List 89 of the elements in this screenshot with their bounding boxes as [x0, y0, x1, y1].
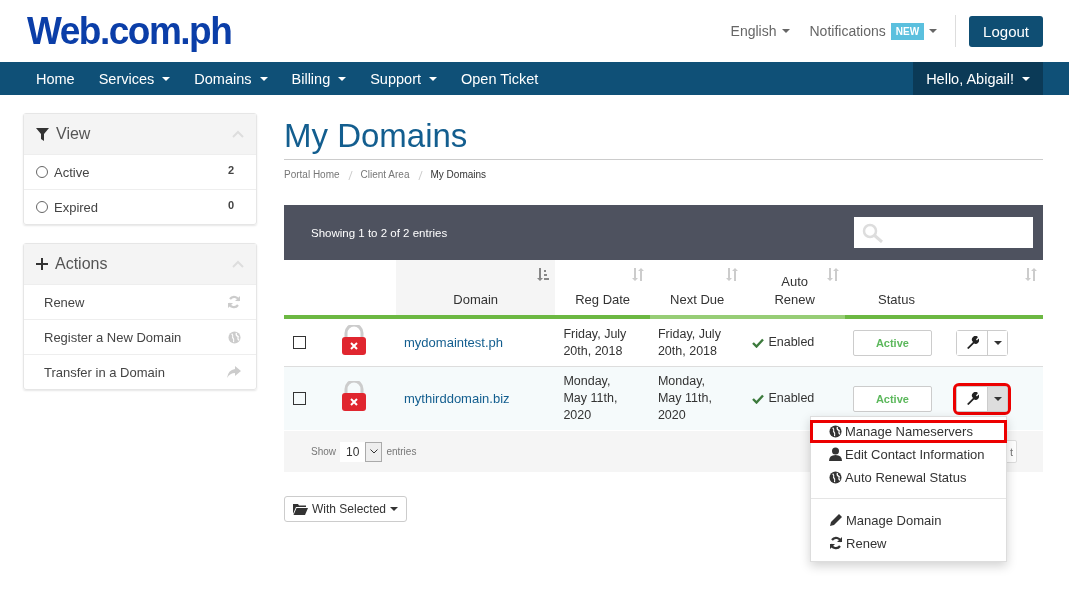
- due-date: Friday, July 20th, 2018: [657, 325, 722, 360]
- entries-label: entries: [386, 446, 417, 457]
- nav-item[interactable]: Home: [24, 62, 87, 95]
- check-icon: [752, 393, 765, 404]
- menu-item[interactable]: Auto Renewal Status: [811, 465, 1007, 489]
- arrow-icon: [227, 366, 241, 378]
- breadcrumb-link[interactable]: Client Area: [360, 169, 410, 180]
- globe-icon: [228, 330, 241, 344]
- nav-item[interactable]: Support: [358, 62, 449, 95]
- pencil-icon: [829, 513, 844, 527]
- menu-item[interactable]: Manage Nameservers: [810, 419, 1008, 443]
- entries-info: Showing 1 to 2 of 2 entries: [311, 226, 448, 239]
- caret-icon: [1022, 76, 1030, 81]
- notifications-menu[interactable]: Notifications NEW: [809, 22, 938, 40]
- column-header[interactable]: Auto Renew: [763, 273, 826, 309]
- caret-icon: [993, 340, 1002, 345]
- action-label: Transfer in a Domain: [44, 364, 165, 380]
- panel-title: Actions: [55, 255, 108, 273]
- menu-item[interactable]: Edit Contact Information: [811, 442, 1007, 466]
- caret-icon: [259, 76, 268, 81]
- wrench-icon: [965, 336, 979, 349]
- actions-button-group[interactable]: [956, 329, 1009, 356]
- with-selected-button[interactable]: With Selected: [284, 496, 408, 522]
- plus-icon: [36, 258, 48, 270]
- auto-renew-status: Enabled: [768, 334, 815, 351]
- panel-title: View: [56, 125, 91, 143]
- page-title: My Domains: [284, 117, 1043, 160]
- caret-icon: [929, 29, 938, 33]
- check-icon: [752, 337, 765, 348]
- chevron-icon: [369, 449, 378, 454]
- domain-link[interactable]: mythirddomain.biz: [404, 390, 510, 406]
- sidebar-action[interactable]: Renew: [24, 284, 256, 319]
- search-field[interactable]: [854, 217, 1033, 248]
- unlocked-icon: [340, 381, 367, 411]
- nav-item[interactable]: Services: [86, 62, 183, 95]
- filter-icon: [36, 127, 49, 141]
- language-menu[interactable]: English: [730, 23, 790, 39]
- caret-icon: [993, 396, 1002, 401]
- globe-icon: [829, 424, 843, 438]
- breadcrumb-link[interactable]: Portal Home: [284, 169, 340, 180]
- user-icon: [829, 447, 843, 461]
- row-checkbox[interactable]: [293, 392, 306, 405]
- count: 2: [227, 164, 234, 176]
- dropdown-toggle[interactable]: [987, 330, 1008, 355]
- column-header[interactable]: Domain: [444, 291, 507, 309]
- logout-button[interactable]: Logout: [969, 15, 1043, 47]
- nav-item[interactable]: Open Ticket: [449, 62, 551, 95]
- caret-icon: [429, 76, 437, 81]
- search-icon: [862, 222, 884, 243]
- dropdown-toggle[interactable]: [987, 386, 1008, 411]
- reg-date: Monday, May 11th, 2020: [563, 373, 619, 424]
- actions-button-group[interactable]: [956, 385, 1009, 412]
- sidebar-action[interactable]: Transfer in a Domain: [24, 354, 256, 389]
- account-menu[interactable]: Hello, Abigail!: [913, 62, 1043, 95]
- globe-icon: [829, 470, 843, 484]
- nav-item[interactable]: Billing: [279, 62, 359, 95]
- column-header[interactable]: Next Due: [666, 291, 729, 309]
- menu-item[interactable]: Renew: [811, 531, 1007, 555]
- caret-icon: [162, 76, 171, 81]
- nav-item[interactable]: Domains: [182, 62, 280, 95]
- column-header[interactable]: Reg Date: [571, 291, 634, 309]
- logo[interactable]: Web.com.ph: [27, 8, 232, 54]
- count: 0: [227, 199, 234, 211]
- option-label: Active: [54, 164, 90, 180]
- option-label: Expired: [54, 199, 99, 215]
- action-label: Register a New Domain: [44, 329, 182, 345]
- caret-icon: [338, 76, 347, 81]
- domain-link[interactable]: mydomaintest.ph: [404, 334, 504, 350]
- reg-date: Friday, July 20th, 2018: [563, 325, 628, 360]
- new-badge: NEW: [890, 22, 925, 40]
- sort-icon[interactable]: [536, 268, 550, 281]
- menu-item[interactable]: Manage Domain: [811, 508, 1007, 532]
- action-label: Renew: [44, 294, 85, 310]
- due-date: Monday, May 11th, 2020: [657, 373, 713, 424]
- caret-icon: [390, 507, 399, 511]
- folder-icon: [293, 503, 308, 515]
- column-header[interactable]: Status: [865, 291, 928, 309]
- sidebar-action[interactable]: Register a New Domain: [24, 319, 256, 354]
- refresh-icon: [829, 536, 844, 550]
- caret-icon: [781, 29, 790, 33]
- filter-option[interactable]: Expired 0: [24, 189, 256, 224]
- unlocked-icon: [340, 325, 367, 355]
- refresh-icon: [227, 295, 241, 309]
- row-checkbox[interactable]: [293, 336, 306, 349]
- wrench-icon: [965, 392, 979, 405]
- page-size-select[interactable]: 10: [340, 441, 383, 462]
- filter-option[interactable]: Active 2: [24, 154, 256, 189]
- show-label: Show: [311, 446, 336, 457]
- auto-renew-status: Enabled: [768, 390, 815, 407]
